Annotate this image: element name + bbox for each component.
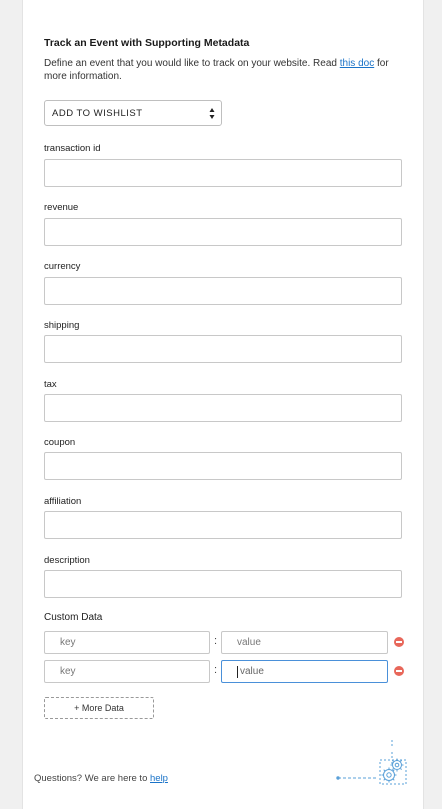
tax-label: tax bbox=[44, 379, 57, 390]
key-value-separator: : bbox=[214, 635, 218, 647]
coupon-input[interactable] bbox=[44, 452, 402, 480]
more-data-button[interactable]: + More Data bbox=[44, 697, 154, 719]
description-prefix: Define an event that you would like to t… bbox=[44, 58, 340, 69]
custom-key-input-1[interactable]: key bbox=[44, 631, 210, 654]
select-arrows-icon bbox=[209, 108, 215, 119]
coupon-label: coupon bbox=[44, 437, 76, 448]
transaction-id-input[interactable] bbox=[44, 159, 402, 187]
currency-input[interactable] bbox=[44, 277, 402, 305]
affiliation-input[interactable] bbox=[44, 511, 402, 539]
key-value-separator: : bbox=[214, 664, 218, 676]
text-cursor bbox=[237, 665, 238, 678]
page-title: Track an Event with Supporting Metadata bbox=[44, 37, 250, 49]
event-type-value: ADD TO WISHLIST bbox=[52, 107, 143, 119]
footer-prefix: Questions? We are here to bbox=[34, 773, 150, 784]
remove-row-icon[interactable] bbox=[394, 637, 404, 647]
footer-help-text: Questions? We are here to help bbox=[34, 773, 168, 784]
affiliation-label: affiliation bbox=[44, 496, 82, 507]
transaction-id-label: transaction id bbox=[44, 143, 101, 154]
revenue-input[interactable] bbox=[44, 218, 402, 246]
custom-key-input-2[interactable]: key bbox=[44, 660, 210, 683]
doc-link[interactable]: this doc bbox=[340, 58, 374, 69]
description-text: Define an event that you would like to t… bbox=[44, 57, 404, 83]
key-placeholder: key bbox=[60, 637, 76, 648]
currency-label: currency bbox=[44, 261, 81, 272]
value-placeholder: value bbox=[237, 637, 261, 648]
shipping-label: shipping bbox=[44, 320, 80, 331]
custom-value-input-2[interactable]: value bbox=[221, 660, 388, 683]
key-placeholder: key bbox=[60, 666, 76, 677]
event-type-select[interactable]: ADD TO WISHLIST bbox=[44, 100, 222, 126]
shipping-input[interactable] bbox=[44, 335, 402, 363]
description-input[interactable] bbox=[44, 570, 402, 598]
custom-value-input-1[interactable]: value bbox=[221, 631, 388, 654]
remove-row-icon[interactable] bbox=[394, 666, 404, 676]
gears-illustration-icon bbox=[336, 740, 407, 785]
revenue-label: revenue bbox=[44, 202, 79, 213]
custom-data-title: Custom Data bbox=[44, 612, 103, 623]
value-placeholder: value bbox=[240, 666, 264, 677]
description-label: description bbox=[44, 555, 90, 566]
tax-input[interactable] bbox=[44, 394, 402, 422]
help-link[interactable]: help bbox=[150, 773, 168, 784]
